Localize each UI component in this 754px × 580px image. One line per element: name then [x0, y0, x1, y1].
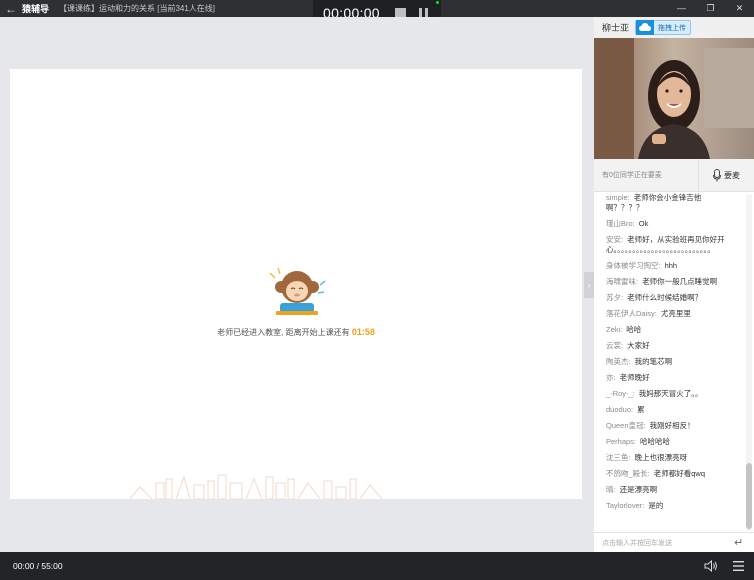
playback-time: 00:00 / 55:00: [13, 561, 63, 571]
countdown-timer: 01:58: [351, 327, 375, 337]
back-arrow-icon[interactable]: ←: [0, 2, 22, 16]
chat-message: 安安: 老师好，从实验班再见你好开心。。。。。。。。。。。。。。。。。。。。。。。…: [606, 235, 725, 254]
chat-message: _-Roy-_: 我妈那天冒火了。。: [606, 389, 703, 398]
teacher-name: 柳士亚: [602, 23, 630, 33]
lesson-title: 【课课练】运动和力的关系 [当前341人在线]: [59, 4, 216, 13]
panel-collapse-toggle[interactable]: ›: [584, 272, 594, 298]
minimize-icon[interactable]: —: [667, 0, 696, 17]
volume-icon[interactable]: [704, 560, 718, 572]
playback-bar: 00:00 / 55:00: [0, 552, 754, 580]
chat-message: 晴: 还是漂亮啊: [606, 485, 658, 494]
chat-scrollbar-thumb[interactable]: [746, 463, 752, 529]
menu-icon[interactable]: [733, 561, 744, 571]
close-icon[interactable]: ✕: [725, 0, 754, 17]
whiteboard: 老师已经进入教室, 距离开始上课还有 01:58: [10, 69, 582, 499]
waiting-message: 老师已经进入教室, 距离开始上课还有 01:58: [10, 327, 582, 338]
chat-message: 云裳: 大家好: [606, 341, 650, 350]
mic-queue-status: 有0位同学正在要麦: [602, 172, 662, 179]
app-name: 猿辅导: [22, 4, 50, 14]
request-mic-label: 要麦: [724, 170, 740, 180]
request-mic-button[interactable]: 要麦: [698, 158, 754, 192]
enter-send-icon[interactable]: ↵: [734, 536, 754, 549]
chat-list: simple: 老师你会小金锋吉他啊？？？？ 瑾山Bro: Ok 安安: 老师好，从实…: [594, 193, 742, 530]
upload-label: 拖拽上传: [658, 24, 687, 32]
chat-message: 苏夕: 老师什么时候结婚啊？: [606, 293, 703, 302]
chat-input[interactable]: 点击输入并按回车发送 ↵: [594, 532, 754, 552]
monkey-mascot-icon: [269, 267, 326, 315]
microphone-icon: [713, 168, 721, 181]
maximize-icon[interactable]: ❐: [696, 0, 725, 17]
drag-upload-button[interactable]: 拖拽上传: [635, 20, 692, 35]
teacher-video: [594, 38, 754, 159]
teacher-bar: 柳士亚 拖拽上传: [594, 17, 754, 38]
waiting-text: 老师已经进入教室, 距离开始上课还有: [217, 328, 350, 337]
chat-message: Perhaps: 哈哈哈哈: [606, 437, 671, 446]
chat-message: 落花伊人Daisy: 尤亮里里: [606, 309, 691, 318]
chat-message: duoduo: 累: [606, 405, 645, 414]
chat-message: 身体被学习掏空: hhh: [606, 261, 678, 270]
bookshelf-decoration-icon: [130, 474, 383, 499]
chat-message: 海啸雷味: 老师你一般几点睡觉啊: [606, 277, 718, 286]
chat-message: Zeki: 哈哈: [606, 325, 642, 334]
recording-indicator-icon: [436, 1, 439, 4]
main-area: 老师已经进入教室, 距离开始上课还有 01:58 ›: [0, 17, 594, 552]
chat-message: 沈三鱼: 晚上也很漂亮呀: [606, 453, 688, 462]
cloud-upload-icon: [636, 20, 655, 35]
chat-message: 陶英杰: 我的笔芯啊: [606, 357, 673, 366]
chat-message: 不鸽吻_殿长: 老师都好看qwq: [606, 469, 706, 478]
chat-input-placeholder: 点击输入并按回车发送: [602, 539, 672, 547]
chat-message: 瑾山Bro: Ok: [606, 219, 649, 228]
chat-message: 亦: 老师晚好: [606, 373, 650, 382]
side-panel: 柳士亚 拖拽上传 有0位同学正在要麦 要麦 simple: 老师你会小金锋吉他啊…: [594, 17, 754, 552]
window-controls: — ❐ ✕: [667, 0, 754, 17]
chat-message: simple: 老师你会小金锋吉他啊？？？？: [606, 193, 702, 212]
chat-message: Taylorlover: 是的: [606, 501, 664, 510]
chat-message: Queen皇冠: 我刚好相反！: [606, 421, 695, 430]
chat-scrollbar[interactable]: [746, 195, 752, 531]
mic-request-row: 有0位同学正在要麦 要麦: [594, 158, 754, 192]
